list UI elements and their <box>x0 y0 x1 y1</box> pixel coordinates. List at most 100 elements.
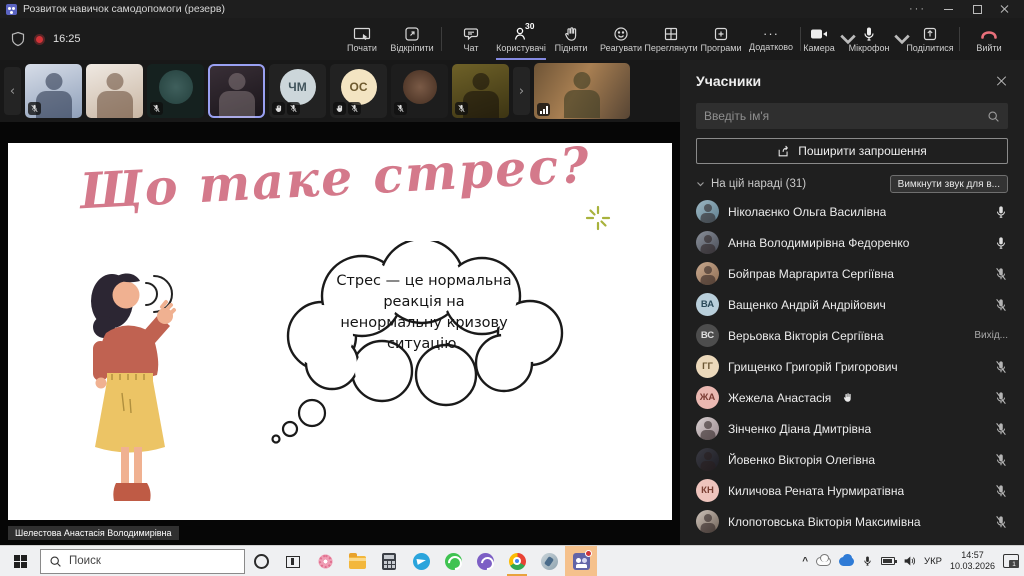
chat-button[interactable]: Чат <box>446 18 496 60</box>
language-indicator[interactable]: УКР <box>924 556 942 567</box>
speaker-icon[interactable] <box>903 555 916 567</box>
flower-app-icon[interactable] <box>309 546 341 576</box>
task-view-icon[interactable] <box>277 546 309 576</box>
mic-button[interactable]: Мікрофон <box>855 18 905 60</box>
mute-all-button[interactable]: Вимкнути звук для в... <box>890 175 1008 193</box>
participant-name: Зінченко Діана Дмитрівна <box>728 422 871 436</box>
participant-row[interactable]: Анна Володимирівна Федоренко <box>696 227 1008 258</box>
video-tile[interactable]: ЧМ <box>269 64 326 118</box>
tray-expand-icon[interactable]: ^ <box>802 556 808 567</box>
unpin-button[interactable]: Відкріпити <box>387 18 437 60</box>
mic-muted-icon[interactable] <box>994 453 1008 467</box>
avatar: ОС <box>341 69 377 105</box>
paint-icon[interactable] <box>533 546 565 576</box>
mic-on-icon[interactable] <box>994 236 1008 250</box>
raised-hand-icon <box>333 102 346 115</box>
participant-search-input[interactable] <box>704 109 981 123</box>
leave-button[interactable]: Вийти <box>964 18 1014 60</box>
add-app-icon <box>712 26 730 42</box>
teams-logo-icon <box>6 4 17 15</box>
video-tile[interactable] <box>208 64 265 118</box>
more-actions-button[interactable]: ··· Додатково <box>746 18 796 60</box>
pinned-speaker-tile[interactable] <box>534 63 630 119</box>
video-tile[interactable] <box>391 64 448 118</box>
recording-indicator-icon <box>34 34 45 45</box>
participant-avatar <box>696 510 719 533</box>
action-center-icon[interactable] <box>1003 554 1019 568</box>
video-tile[interactable] <box>25 64 82 118</box>
camera-button[interactable]: Камера <box>805 18 855 60</box>
titlebar-more-icon[interactable]: ··· <box>909 3 926 15</box>
participant-status: Вихід... <box>974 330 1008 341</box>
mic-muted-icon[interactable] <box>994 515 1008 529</box>
react-button[interactable]: Реагувати <box>596 18 646 60</box>
participant-row[interactable]: Йовенко Вікторія Олегівна <box>696 444 1008 475</box>
video-strip: ‹ <box>0 60 680 122</box>
chrome-icon[interactable] <box>501 546 533 576</box>
divider <box>441 27 442 51</box>
video-tile[interactable] <box>86 64 143 118</box>
strip-prev-button[interactable]: ‹ <box>4 67 21 115</box>
participant-row[interactable]: Клопотовська Вікторія Максимівна <box>696 506 1008 537</box>
participant-row[interactable]: Бойправ Маргарита Сергіївна <box>696 258 1008 289</box>
cloud-icon[interactable] <box>816 557 831 566</box>
close-panel-icon[interactable] <box>996 75 1008 87</box>
share-invite-button[interactable]: Поширити запрошення <box>696 138 1008 164</box>
minimize-button[interactable] <box>944 4 954 14</box>
participant-row[interactable]: ЖА Жежела Анастасія <box>696 382 1008 413</box>
raise-hand-button[interactable]: Підняти <box>546 18 596 60</box>
raised-hand-icon <box>842 392 853 403</box>
tile-status-chips <box>28 102 41 115</box>
participant-row[interactable]: КН Киличова Рената Нурмиратівна <box>696 475 1008 506</box>
viber-icon[interactable] <box>469 546 501 576</box>
woman-illustration <box>66 261 216 513</box>
video-tile[interactable]: ОС <box>330 64 387 118</box>
view-button[interactable]: Переглянути <box>646 18 696 60</box>
tile-status-chips <box>455 102 468 115</box>
section-chevron-icon[interactable] <box>696 181 705 187</box>
strip-next-button[interactable]: › <box>513 67 530 115</box>
mic-icon <box>860 26 878 42</box>
thought-bubble-text: Стрес — це нормальна реакція на ненормал… <box>308 271 540 355</box>
mic-on-icon[interactable] <box>994 205 1008 219</box>
participant-row[interactable]: Ніколаєнко Ольга Василівна <box>696 196 1008 227</box>
mic-muted-icon[interactable] <box>994 484 1008 498</box>
onedrive-icon[interactable] <box>839 557 854 566</box>
participant-row[interactable]: ВС Верьовка Вікторія Сергіївна Вихід... <box>696 320 1008 351</box>
maximize-button[interactable] <box>972 4 982 14</box>
start-button[interactable] <box>0 546 40 576</box>
participant-row[interactable]: Зінченко Діана Дмитрівна <box>696 413 1008 444</box>
raise-hand-icon <box>562 26 580 42</box>
mic-muted-icon[interactable] <box>994 391 1008 405</box>
taskbar-search[interactable]: Поиск <box>40 549 245 574</box>
participant-row[interactable]: ГГ Грищенко Григорій Григорович <box>696 351 1008 382</box>
mic-muted-icon[interactable] <box>994 360 1008 374</box>
participant-name: Киличова Рената Нурмиратівна <box>728 484 904 498</box>
smiley-icon <box>612 26 630 42</box>
battery-icon[interactable] <box>881 557 895 565</box>
cortana-icon[interactable] <box>245 546 277 576</box>
start-share-button[interactable]: Почати <box>337 18 387 60</box>
mic-muted-icon[interactable] <box>994 298 1008 312</box>
participant-search[interactable] <box>696 103 1008 129</box>
participant-row[interactable]: ВА Ващенко Андрій Андрійович <box>696 289 1008 320</box>
teams-icon[interactable] <box>565 546 597 576</box>
calculator-icon[interactable] <box>373 546 405 576</box>
video-tile[interactable] <box>452 64 509 118</box>
mic-muted-icon[interactable] <box>994 422 1008 436</box>
share-button[interactable]: Поділитися <box>905 18 955 60</box>
mic-muted-icon <box>287 102 300 115</box>
video-tile[interactable] <box>147 64 204 118</box>
whatsapp-icon[interactable] <box>437 546 469 576</box>
apps-button[interactable]: Програми <box>696 18 746 60</box>
file-explorer-icon[interactable] <box>341 546 373 576</box>
participant-name: Жежела Анастасія <box>728 391 831 405</box>
close-window-button[interactable] <box>1000 4 1010 14</box>
telegram-icon[interactable] <box>405 546 437 576</box>
mic-muted-icon[interactable] <box>994 267 1008 281</box>
window-title: Розвиток навичок самодопомоги (резерв) <box>23 3 225 15</box>
taskbar-clock[interactable]: 14:57 10.03.2026 <box>950 550 995 572</box>
people-button[interactable]: 30 Користувачі <box>496 18 546 60</box>
screen-share-icon <box>353 26 371 42</box>
tray-mic-icon[interactable] <box>862 554 873 568</box>
